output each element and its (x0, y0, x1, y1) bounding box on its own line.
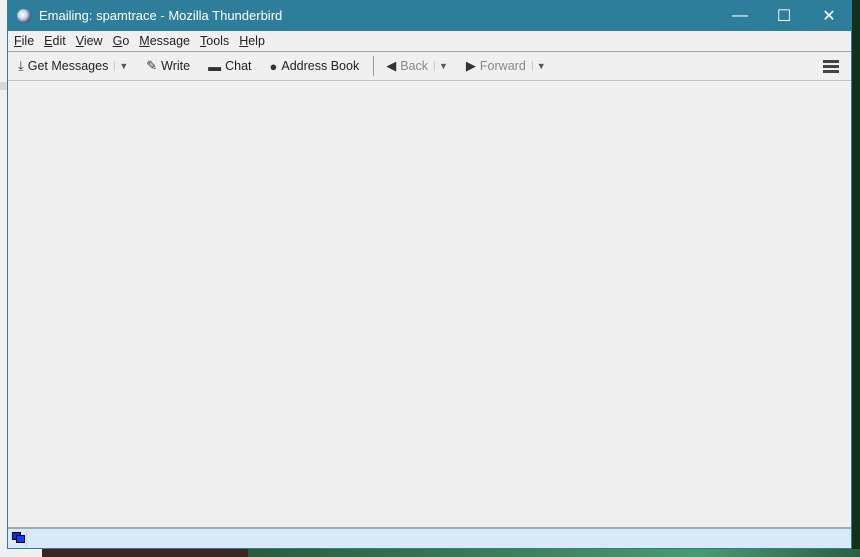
address-book-button[interactable]: ● Address Book (270, 59, 360, 74)
forward-button[interactable]: ▶ Forward ▼ (466, 58, 546, 74)
write-button[interactable]: ✎ Write (146, 58, 190, 74)
menu-file[interactable]: File (14, 34, 34, 48)
thunderbird-window: Emailing: spamtrace - Mozilla Thunderbir… (7, 0, 852, 549)
title-bar[interactable]: Emailing: spamtrace - Mozilla Thunderbir… (8, 0, 851, 31)
main-content-area (8, 82, 851, 527)
close-button[interactable]: ✕ (806, 0, 852, 31)
menu-edit[interactable]: Edit (44, 34, 66, 48)
maximize-button[interactable]: ☐ (761, 0, 807, 31)
menu-view[interactable]: View (76, 34, 103, 48)
window-title: Emailing: spamtrace - Mozilla Thunderbir… (39, 8, 283, 23)
menu-tools[interactable]: Tools (200, 34, 229, 48)
menu-message[interactable]: Message (139, 34, 190, 48)
get-messages-button[interactable]: ⤓ Get Messages ▼ (18, 58, 128, 74)
person-icon: ● (269, 58, 278, 74)
desktop-background (852, 0, 860, 549)
chat-bubble-icon: ▬ (208, 58, 222, 74)
forward-dropdown[interactable]: ▼ (531, 61, 546, 71)
status-bar (8, 527, 851, 548)
thunderbird-logo-icon (17, 8, 31, 23)
minimize-button[interactable]: — (717, 0, 763, 31)
back-dropdown[interactable]: ▼ (434, 61, 448, 71)
forward-arrow-icon: ▶ (465, 58, 476, 73)
menu-go[interactable]: Go (113, 34, 130, 48)
download-icon: ⤓ (18, 58, 24, 73)
app-menu-hamburger-icon[interactable] (823, 60, 839, 75)
chat-button[interactable]: ▬ Chat (208, 59, 251, 74)
toolbar: ⤓ Get Messages ▼ ✎ Write ▬ Chat ● Address Boo… (8, 52, 851, 81)
pencil-icon: ✎ (146, 58, 158, 73)
menu-help[interactable]: Help (239, 34, 265, 48)
back-arrow-icon: ◀ (386, 58, 397, 73)
online-status-icon[interactable] (11, 530, 27, 547)
menu-bar: File Edit View Go Message Tools Help (8, 31, 851, 52)
back-button[interactable]: ◀ Back ▼ (386, 58, 448, 74)
toolbar-separator (373, 56, 375, 76)
get-messages-dropdown[interactable]: ▼ (114, 61, 128, 71)
desktop-background-bottom (0, 549, 860, 557)
background-window-edge (0, 82, 7, 90)
